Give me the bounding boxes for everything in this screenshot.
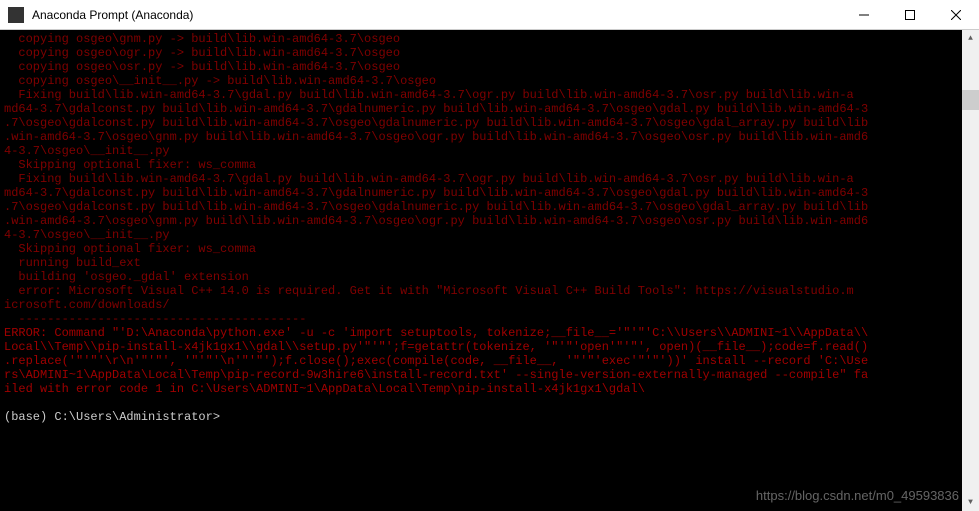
error-line: iled with error code 1 in C:\Users\ADMIN… (4, 382, 645, 396)
scroll-thumb[interactable] (962, 90, 979, 110)
output-line: error: Microsoft Visual C++ 14.0 is requ… (4, 284, 854, 298)
window-titlebar: Anaconda Prompt (Anaconda) (0, 0, 979, 30)
window-title: Anaconda Prompt (Anaconda) (32, 8, 193, 22)
output-line: md64-3.7\gdalconst.py build\lib.win-amd6… (4, 102, 868, 116)
output-line: .win-amd64-3.7\osgeo\gnm.py build\lib.wi… (4, 214, 868, 228)
console-area: copying osgeo\gnm.py -> build\lib.win-am… (0, 30, 979, 511)
watermark-text: https://blog.csdn.net/m0_49593836 (756, 488, 959, 503)
vertical-scrollbar[interactable]: ▲ ▼ (962, 30, 979, 511)
output-line: copying osgeo\ogr.py -> build\lib.win-am… (4, 46, 400, 60)
output-line: .7\osgeo\gdalconst.py build\lib.win-amd6… (4, 200, 868, 214)
close-icon (951, 10, 961, 20)
output-line: 4-3.7\osgeo\__init__.py (4, 144, 170, 158)
output-line: copying osgeo\osr.py -> build\lib.win-am… (4, 60, 400, 74)
maximize-icon (905, 10, 915, 20)
output-line: copying osgeo\__init__.py -> build\lib.w… (4, 74, 436, 88)
output-line: ---------------------------------------- (4, 312, 306, 326)
output-line: md64-3.7\gdalconst.py build\lib.win-amd6… (4, 186, 868, 200)
console-output[interactable]: copying osgeo\gnm.py -> build\lib.win-am… (0, 30, 962, 511)
command-prompt: (base) C:\Users\Administrator> (4, 410, 220, 424)
error-line: ERROR: Command "'D:\Anaconda\python.exe'… (4, 326, 868, 340)
close-button[interactable] (933, 0, 979, 29)
titlebar-left: Anaconda Prompt (Anaconda) (0, 7, 193, 23)
app-icon (8, 7, 24, 23)
error-line: .replace('"'"'\r\n'"'"', '"'"'\n'"'"');f… (4, 354, 868, 368)
output-line: Fixing build\lib.win-amd64-3.7\gdal.py b… (4, 172, 854, 186)
minimize-button[interactable] (841, 0, 887, 29)
error-line: rs\ADMINI~1\AppData\Local\Temp\pip-recor… (4, 368, 868, 382)
output-line: Fixing build\lib.win-amd64-3.7\gdal.py b… (4, 88, 854, 102)
output-line: .7\osgeo\gdalconst.py build\lib.win-amd6… (4, 116, 868, 130)
output-line: running build_ext (4, 256, 141, 270)
error-line: Local\\Temp\\pip-install-x4jk1gx1\\gdal\… (4, 340, 868, 354)
scroll-down-arrow[interactable]: ▼ (962, 494, 979, 511)
output-line: building 'osgeo._gdal' extension (4, 270, 249, 284)
output-line: .win-amd64-3.7\osgeo\gnm.py build\lib.wi… (4, 130, 868, 144)
output-line: 4-3.7\osgeo\__init__.py (4, 228, 170, 242)
output-line: copying osgeo\gnm.py -> build\lib.win-am… (4, 32, 400, 46)
scroll-up-arrow[interactable]: ▲ (962, 30, 979, 47)
output-line: Skipping optional fixer: ws_comma (4, 158, 256, 172)
output-line: icrosoft.com/downloads/ (4, 298, 170, 312)
output-line: Skipping optional fixer: ws_comma (4, 242, 256, 256)
maximize-button[interactable] (887, 0, 933, 29)
minimize-icon (859, 10, 869, 20)
window-controls (841, 0, 979, 29)
